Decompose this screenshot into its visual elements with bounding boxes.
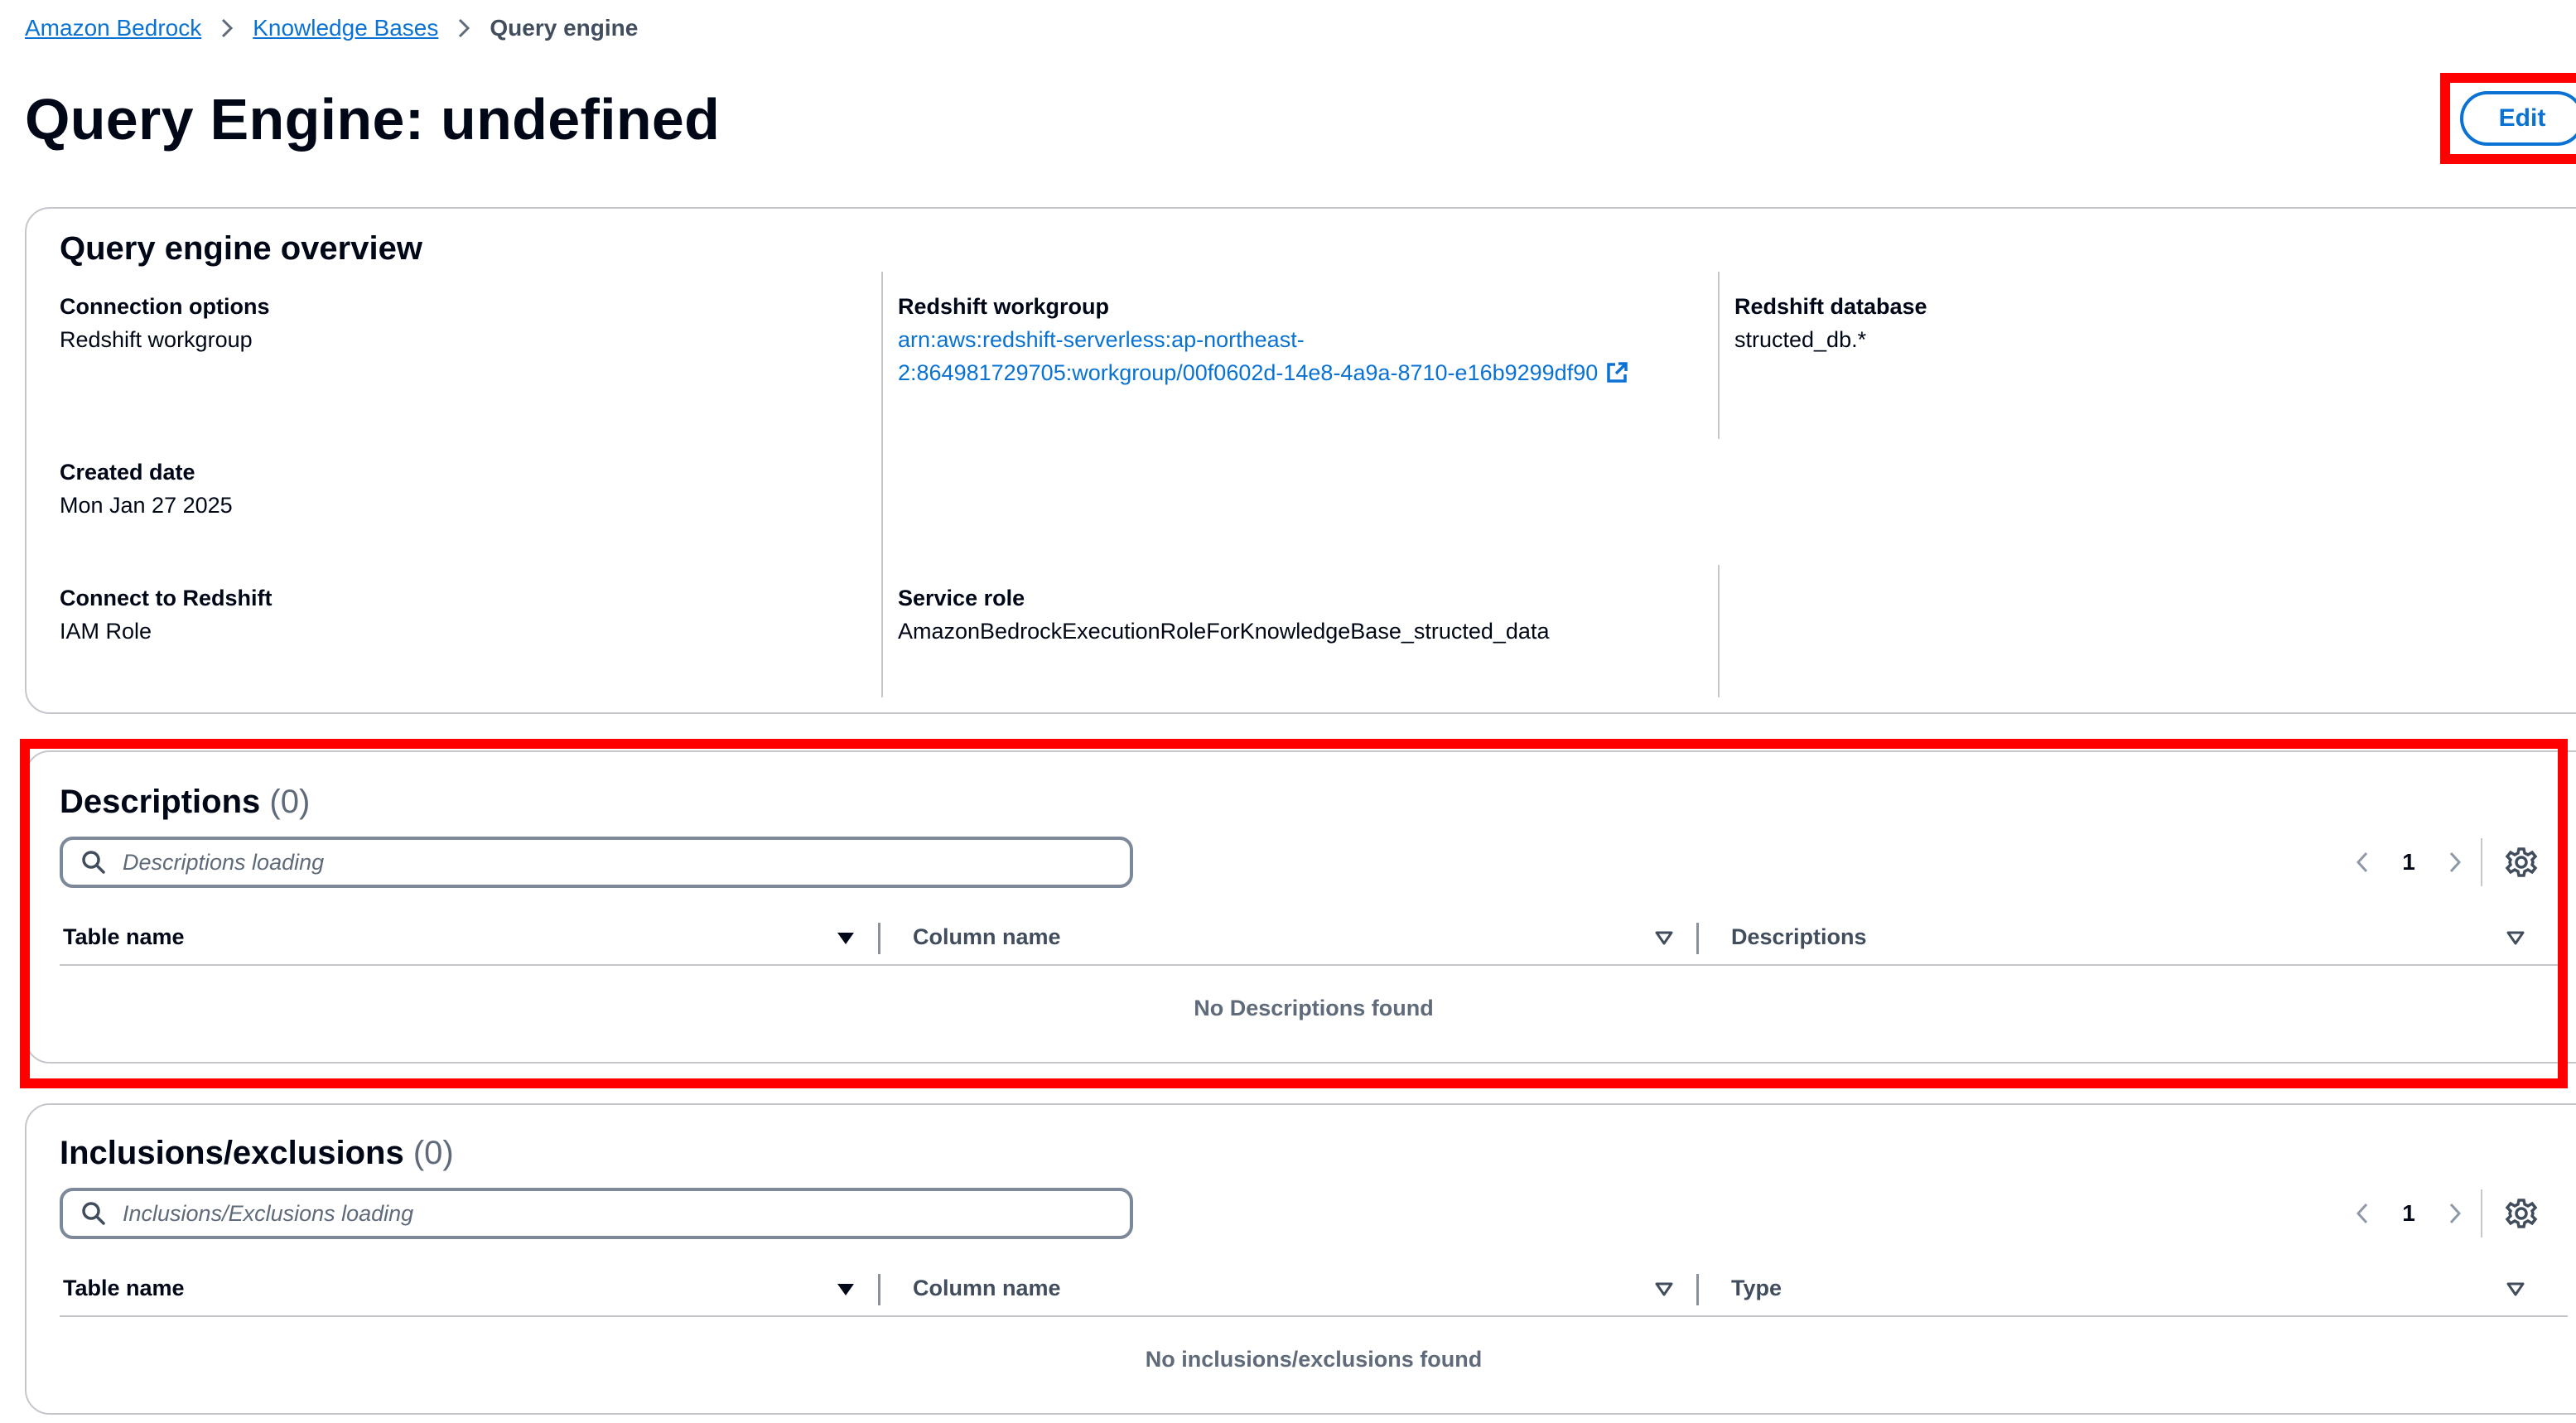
redshift-workgroup-field: Redshift workgroup arn:aws:redshift-serv…: [898, 290, 1629, 389]
connect-to-redshift-label: Connect to Redshift: [60, 586, 273, 610]
descriptions-card: Descriptions (0) Descriptions loading 1 …: [25, 750, 2576, 1064]
connection-options-field: Connection options Redshift workgroup: [60, 290, 269, 356]
redshift-database-field: Redshift database structed_db.*: [1734, 290, 1927, 356]
descriptions-page-number[interactable]: 1: [2379, 849, 2439, 876]
sort-caret-outline-icon[interactable]: [2505, 1279, 2526, 1300]
breadcrumb-knowledge-bases[interactable]: Knowledge Bases: [253, 15, 438, 41]
inclusions-empty-state: No inclusions/exclusions found: [1145, 1347, 1483, 1372]
connection-options-value: Redshift workgroup: [60, 327, 253, 352]
redshift-workgroup-label: Redshift workgroup: [898, 294, 1109, 319]
descriptions-empty-state: No Descriptions found: [1194, 996, 1434, 1020]
redshift-database-value: structed_db.*: [1734, 327, 1867, 352]
descriptions-title: Descriptions (0): [60, 784, 310, 821]
sort-caret-outline-icon[interactable]: [1653, 928, 1675, 949]
chevron-right-icon: [219, 17, 234, 39]
inclusions-col-type[interactable]: Type: [1731, 1276, 1782, 1301]
descriptions-col-column-name[interactable]: Column name: [913, 924, 1061, 950]
query-engine-overview-card: Query engine overview Connection options…: [25, 207, 2576, 714]
column-divider: [1718, 272, 1720, 439]
pagination-divider: [2481, 1189, 2482, 1237]
descriptions-search-placeholder: Descriptions loading: [123, 849, 325, 875]
descriptions-count: (0): [269, 784, 311, 820]
inclusions-exclusions-card: Inclusions/exclusions (0) Inclusions/Exc…: [25, 1103, 2576, 1415]
external-link-icon: [1604, 360, 1629, 385]
column-divider: [881, 272, 883, 697]
edit-button[interactable]: Edit: [2460, 91, 2576, 146]
descriptions-search-input[interactable]: Descriptions loading: [60, 837, 1133, 888]
connect-to-redshift-field: Connect to Redshift IAM Role: [60, 581, 273, 648]
inclusions-title: Inclusions/exclusions (0): [60, 1135, 454, 1172]
search-icon: [82, 851, 105, 874]
created-date-value: Mon Jan 27 2025: [60, 493, 233, 518]
column-divider: [1718, 565, 1720, 697]
service-role-label: Service role: [898, 586, 1025, 610]
connect-to-redshift-value: IAM Role: [60, 619, 152, 644]
overview-title: Query engine overview: [60, 230, 422, 267]
sort-caret-filled-icon[interactable]: [835, 1279, 856, 1300]
redshift-workgroup-arn-line1[interactable]: arn:aws:redshift-serverless:ap-northeast…: [898, 323, 1629, 356]
table-header-divider: [60, 964, 2568, 966]
inclusions-col-table-name[interactable]: Table name: [63, 1276, 185, 1301]
created-date-field: Created date Mon Jan 27 2025: [60, 456, 233, 522]
inclusions-page-number[interactable]: 1: [2379, 1200, 2439, 1227]
connection-options-label: Connection options: [60, 294, 270, 319]
sort-caret-outline-icon[interactable]: [2505, 928, 2526, 949]
chevron-left-icon[interactable]: [2346, 846, 2379, 879]
column-resizer[interactable]: [1696, 923, 1699, 954]
chevron-left-icon[interactable]: [2346, 1197, 2379, 1230]
search-icon: [82, 1202, 105, 1225]
redshift-database-label: Redshift database: [1734, 294, 1927, 319]
sort-caret-filled-icon[interactable]: [835, 928, 856, 949]
chevron-right-icon[interactable]: [2439, 846, 2472, 879]
descriptions-col-descriptions[interactable]: Descriptions: [1731, 924, 1867, 950]
settings-gear-icon[interactable]: [2505, 846, 2538, 879]
descriptions-title-text: Descriptions: [60, 784, 261, 820]
redshift-workgroup-arn-line2[interactable]: 2:864981729705:workgroup/00f0602d-14e8-4…: [898, 356, 1598, 389]
redshift-workgroup-arn-link[interactable]: 2:864981729705:workgroup/00f0602d-14e8-4…: [898, 356, 1629, 389]
pagination-divider: [2481, 838, 2482, 886]
settings-gear-icon[interactable]: [2505, 1197, 2538, 1230]
service-role-value: AmazonBedrockExecutionRoleForKnowledgeBa…: [898, 619, 1550, 644]
created-date-label: Created date: [60, 460, 195, 485]
column-resizer[interactable]: [878, 1274, 880, 1305]
descriptions-pagination: 1: [2346, 846, 2472, 879]
column-resizer[interactable]: [1696, 1274, 1699, 1305]
table-header-divider: [60, 1315, 2568, 1317]
inclusions-pagination: 1: [2346, 1197, 2472, 1230]
sort-caret-outline-icon[interactable]: [1653, 1279, 1675, 1300]
inclusions-search-input[interactable]: Inclusions/Exclusions loading: [60, 1188, 1133, 1239]
chevron-right-icon[interactable]: [2439, 1197, 2472, 1230]
breadcrumb-current: Query engine: [490, 15, 639, 41]
descriptions-col-table-name[interactable]: Table name: [63, 924, 185, 950]
column-resizer[interactable]: [878, 923, 880, 954]
inclusions-search-placeholder: Inclusions/Exclusions loading: [123, 1200, 414, 1226]
service-role-field: Service role AmazonBedrockExecutionRoleF…: [898, 581, 1549, 648]
breadcrumb: Amazon Bedrock Knowledge Bases Query eng…: [25, 12, 638, 45]
chevron-right-icon: [456, 17, 471, 39]
breadcrumb-amazon-bedrock[interactable]: Amazon Bedrock: [25, 15, 201, 41]
inclusions-col-column-name[interactable]: Column name: [913, 1276, 1061, 1301]
inclusions-title-text: Inclusions/exclusions: [60, 1135, 404, 1171]
page-title: Query Engine: undefined: [25, 87, 721, 152]
inclusions-count: (0): [412, 1135, 454, 1171]
